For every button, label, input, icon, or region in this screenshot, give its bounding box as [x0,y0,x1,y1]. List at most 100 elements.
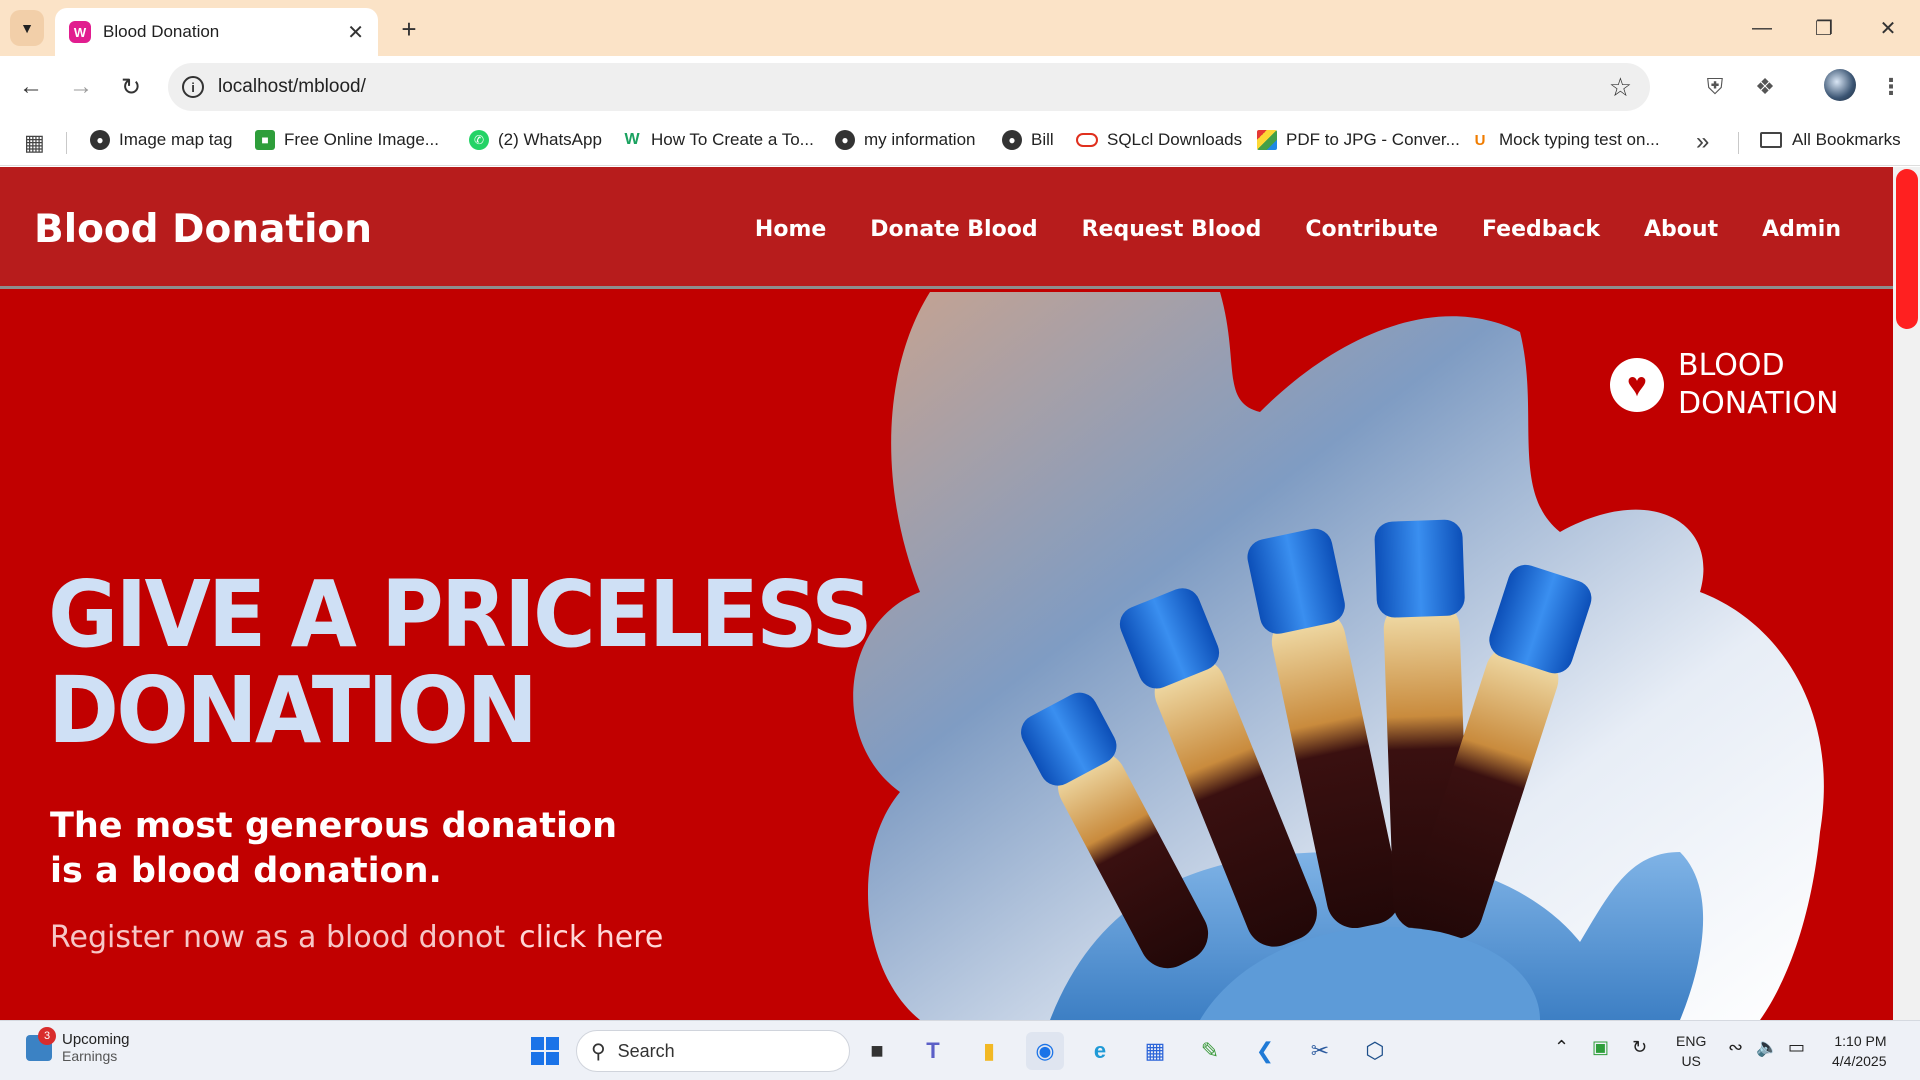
bookmark-label: SQLcl Downloads [1107,130,1243,149]
site-info-icon[interactable]: i [182,76,204,98]
nav-request-blood[interactable]: Request Blood [1082,217,1262,242]
windows-logo-icon [531,1037,559,1065]
web-page: Blood Donation Home Donate Blood Request… [0,167,1920,1020]
bookmark-item[interactable]: PDF to JPG - Conver... [1257,130,1460,150]
edge-icon[interactable]: e [1081,1032,1119,1070]
globe-icon: ● [90,130,110,150]
scrollbar-thumb[interactable] [1896,169,1918,329]
vscode-icon[interactable]: ❮ [1246,1032,1284,1070]
hero-subtitle-line: is a blood donation. [50,851,442,891]
minimize-icon[interactable]: — [1742,12,1782,44]
bookmark-item[interactable]: ● my information [835,130,975,150]
bookmark-label: (2) WhatsApp [498,130,602,149]
tab-close-icon[interactable]: ✕ [347,20,364,45]
bookmark-label: Bill [1031,130,1054,149]
bookmarks-bar: ▦ ● Image map tag ■ Free Online Image...… [0,118,1920,166]
taskbar-search[interactable]: ⚲ Search [576,1030,850,1072]
bookmark-item[interactable]: ✆ (2) WhatsApp [469,130,602,150]
heart-icon: ♥ [1610,358,1664,412]
nav-admin[interactable]: Admin [1762,217,1841,242]
bookmark-item[interactable]: ● Image map tag [90,130,232,150]
logo-line: BLOOD [1678,348,1785,383]
bookmark-item[interactable]: U Mock typing test on... [1470,130,1660,150]
bookmark-item[interactable]: SQLcl Downloads [1076,130,1242,150]
bookmark-item[interactable]: ● Bill [1002,130,1054,150]
bookmark-item[interactable]: W How To Create a To... [622,130,813,150]
browser-tab-strip: ▼ W Blood Donation ✕ + — ❐ ✕ [0,0,1920,56]
hero-subtitle: The most generous donation is a blood do… [50,804,617,894]
bookmark-star-icon[interactable]: ☆ [1609,72,1632,103]
whatsapp-icon: ✆ [469,130,489,150]
blood-donation-logo: ♥ BLOOD DONATION [1610,347,1839,423]
reload-icon[interactable]: ↻ [114,70,148,104]
battery-icon[interactable]: ▭ [1788,1037,1805,1058]
hero-title-line: GIVE A PRICELESS [48,561,873,668]
volume-icon[interactable]: 🔈 [1756,1037,1778,1058]
nav-donate-blood[interactable]: Donate Blood [870,217,1037,242]
extension-shield-icon[interactable]: ⛨ [1698,70,1732,104]
virtualbox-icon[interactable]: ⬡ [1356,1032,1394,1070]
store-icon[interactable]: ▦ [1136,1032,1174,1070]
url-text[interactable]: localhost/mblood/ [218,76,1609,98]
apps-grid-icon[interactable]: ▦ [24,130,45,156]
task-view-icon[interactable]: ■ [858,1032,896,1070]
language-code: ENG [1676,1033,1707,1049]
w3-icon: W [624,131,640,148]
paint-icon[interactable]: ✎ [1191,1032,1229,1070]
chevron-up-icon[interactable]: ⌃ [1554,1037,1569,1058]
site-favicon-icon: W [69,21,91,43]
bookmark-item[interactable]: ■ Free Online Image... [255,130,439,150]
search-placeholder: Search [617,1040,675,1061]
stocks-icon: 3 [26,1026,56,1061]
language-indicator[interactable]: ENG US [1676,1031,1706,1071]
start-button[interactable] [526,1032,564,1070]
tab-title: Blood Donation [103,22,220,41]
site-brand[interactable]: Blood Donation [34,207,372,252]
bookmarks-divider [66,132,67,154]
nav-home[interactable]: Home [755,217,826,242]
logo-line: DONATION [1678,386,1839,421]
restore-icon[interactable]: ❐ [1804,12,1844,44]
extensions-puzzle-icon[interactable]: ❖ [1748,70,1782,104]
wifi-icon[interactable]: ∾ [1728,1037,1743,1058]
forward-icon[interactable]: → [64,70,98,104]
menu-kebab-icon[interactable]: ⋮ [1874,70,1908,104]
snipping-icon[interactable]: ✂ [1301,1032,1339,1070]
nav-about[interactable]: About [1644,217,1718,242]
chevron-down-icon: ▼ [20,20,34,36]
register-cta: Register now as a blood donot click here [50,920,663,955]
window-close-icon[interactable]: ✕ [1868,12,1908,44]
clock-time: 1:10 PM [1834,1033,1887,1049]
chrome-icon[interactable]: ◉ [1026,1032,1064,1070]
more-bookmarks-icon[interactable]: » [1696,128,1709,156]
nav-contribute[interactable]: Contribute [1305,217,1438,242]
site-nav: Home Donate Blood Request Blood Contribu… [755,217,1841,242]
file-explorer-icon[interactable]: ▮ [970,1032,1008,1070]
register-link[interactable]: click here [519,920,663,955]
up-icon: U [1474,131,1486,149]
all-bookmarks-label: All Bookmarks [1792,130,1901,149]
region-code: US [1681,1053,1701,1069]
bookmark-label: Mock typing test on... [1499,130,1660,149]
nav-feedback[interactable]: Feedback [1482,217,1600,242]
globe-icon: ● [835,130,855,150]
tab-search-button[interactable]: ▼ [10,10,44,46]
teams-icon[interactable]: T [914,1032,952,1070]
widget-subtitle: Earnings [62,1048,118,1064]
address-bar[interactable]: i localhost/mblood/ ☆ [168,63,1650,111]
system-clock[interactable]: 1:10 PM 4/4/2025 [1832,1031,1887,1071]
active-tab[interactable]: W Blood Donation ✕ [55,8,378,56]
page-scrollbar[interactable] [1893,167,1920,1020]
back-icon[interactable]: ← [14,70,48,104]
new-tab-button[interactable]: + [392,12,426,46]
widget-title: Upcoming [62,1031,130,1048]
hero-title: GIVE A PRICELESS DONATION [48,561,873,759]
sync-icon[interactable]: ↻ [1632,1037,1647,1058]
app-tray-icon[interactable]: ▣ [1592,1037,1609,1058]
profile-avatar[interactable] [1824,69,1856,101]
hero-subtitle-line: The most generous donation [50,806,617,846]
browser-toolbar: ← → ↻ i localhost/mblood/ ☆ ⛨ ❖ ⋮ [0,56,1920,118]
widgets-button[interactable]: 3 Upcoming Earnings [26,1026,130,1064]
folder-icon [1760,132,1782,148]
all-bookmarks-button[interactable]: All Bookmarks [1760,130,1901,150]
